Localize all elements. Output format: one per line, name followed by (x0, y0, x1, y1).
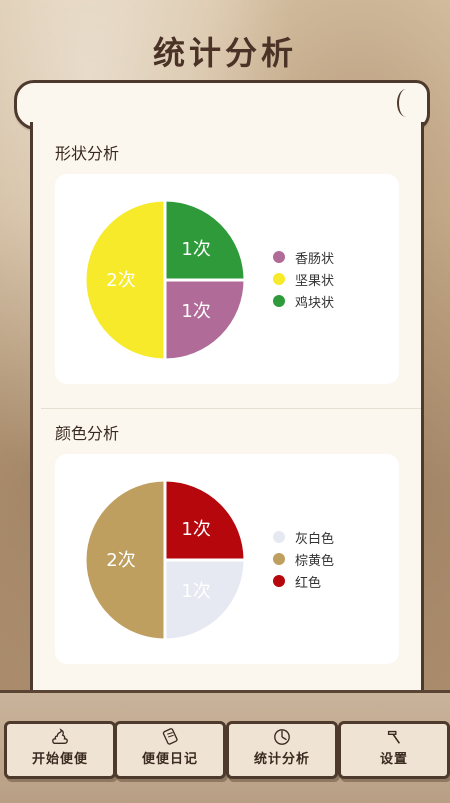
color-chart-card: 1次 1次 2次 灰白色棕黄色红色 (55, 454, 399, 664)
nav-diary-button[interactable]: 便便日记 (114, 721, 226, 779)
color-legend-label: 红色 (295, 575, 322, 591)
color-slice-label-2: 1次 (181, 519, 210, 540)
shape-analysis-title: 形状分析 (55, 144, 120, 163)
nav-diary-label: 便便日记 (141, 752, 198, 767)
nav-stats-label: 统计分析 (253, 752, 310, 767)
clock-chart-icon (274, 729, 290, 745)
shape-legend: 香肠状 坚果状 鸡块状 (273, 246, 393, 312)
shape-slice-label-0: 1次 (181, 301, 210, 322)
section-divider (41, 408, 421, 409)
shape-slice-label-1: 2次 (106, 270, 135, 291)
nav-start-label: 开始便便 (31, 752, 88, 767)
page-title: 统计分析 (152, 34, 297, 72)
nav-start-button[interactable]: 开始便便 (4, 721, 116, 779)
color-legend-label: 灰白色 (295, 531, 335, 547)
nav-stats-button[interactable]: 统计分析 (226, 721, 338, 779)
shape-legend-swatch (273, 273, 285, 285)
shape-legend-label: 香肠状 (295, 251, 335, 267)
color-slice-label-1: 2次 (106, 550, 135, 571)
nav-settings-label: 设置 (379, 752, 408, 767)
content-panel[interactable]: 形状分析 1次 1次 2次 香肠状坚果状鸡块状 颜色分析 1次 1次 2次 灰白色棕黄色… (30, 122, 424, 692)
color-legend-label: 棕黄色 (295, 553, 335, 569)
color-legend-swatch (273, 575, 285, 587)
color-legend-item: 红色 (273, 570, 393, 592)
shape-legend-item: 鸡块状 (273, 290, 393, 312)
color-slice-label-0: 1次 (181, 581, 210, 602)
shape-legend-swatch (273, 295, 285, 307)
shape-legend-label: 坚果状 (295, 273, 335, 289)
poop-icon (52, 728, 68, 744)
shape-legend-label: 鸡块状 (295, 295, 335, 311)
bottom-nav-bar: 开始便便 便便日记 统计分析 设置 (0, 690, 450, 803)
shape-legend-swatch (273, 251, 285, 263)
color-legend-item: 灰白色 (273, 526, 393, 548)
diary-icon (162, 728, 178, 745)
shape-slice-label-2: 1次 (181, 239, 210, 260)
shape-chart-card: 1次 1次 2次 香肠状坚果状鸡块状 (55, 174, 399, 384)
color-analysis-title: 颜色分析 (55, 424, 120, 443)
color-legend-item: 棕黄色 (273, 548, 393, 570)
nav-settings-button[interactable]: 设置 (338, 721, 450, 779)
color-legend-swatch (273, 553, 285, 565)
color-legend-swatch (273, 531, 285, 543)
shape-legend-item: 坚果状 (273, 268, 393, 290)
color-legend: 灰白色 棕黄色 红色 (273, 526, 393, 592)
hammer-icon (387, 730, 401, 744)
shape-legend-item: 香肠状 (273, 246, 393, 268)
